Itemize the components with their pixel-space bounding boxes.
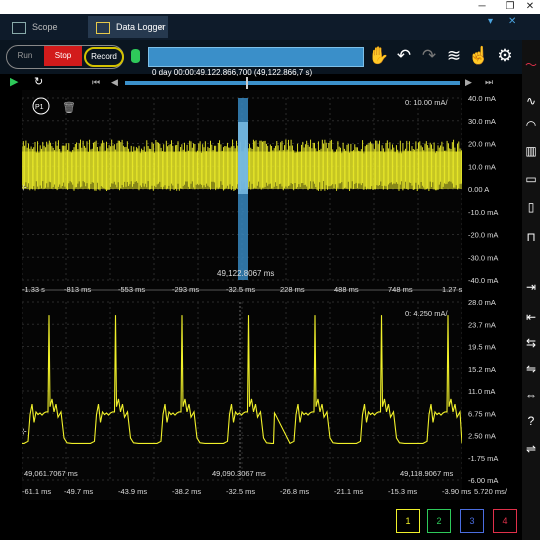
cursor-time-label: 49,122.8067 ms	[217, 269, 274, 278]
ground-marker: ⊹	[22, 427, 27, 436]
right-toolbar: 〜 ∿ ◠ ▥ ▭ ▯ ⊓ ⇥ ⇤ ⇆ ⇋ ⇔? ⇌	[522, 40, 540, 540]
bottom-x-scale: 5.720 ms/	[474, 487, 508, 496]
timestamp-readout: 0 day 00:00:49.122.866,700 (49,122.866,7…	[152, 68, 313, 77]
touch-icon[interactable]: ☝	[468, 45, 490, 67]
next-icon[interactable]: ▶	[465, 74, 472, 90]
top-y-tick: -40.0 mA	[468, 276, 498, 285]
tab-close-icon[interactable]: ×	[159, 16, 164, 38]
window-titlebar: ─ ❐ ✕	[0, 0, 540, 14]
sidebar-tool-icon-6[interactable]: ▯	[524, 200, 538, 214]
refresh-icon[interactable]: ↻	[34, 74, 43, 90]
bottom-time-label: 49,090.3067 ms	[212, 469, 266, 478]
bottom-y-tick: 11.0 mA	[468, 387, 495, 396]
run-button[interactable]: Run	[10, 46, 40, 66]
scope-tab-icon	[12, 21, 26, 34]
gear-icon[interactable]: ⚙	[494, 45, 516, 67]
sidebar-tool-icon-8[interactable]: ⇥	[524, 280, 538, 294]
plot-area[interactable]: 49,122.8067 ms P1 🗑 0: 10.00 mA/0: 4.250 mA…	[20, 90, 463, 500]
bottom-y-tick: 6.75 mA	[468, 409, 496, 418]
top-y-tick: 40.0 mA	[468, 94, 496, 103]
sidebar-tool-icon-10[interactable]: ⇆	[524, 336, 538, 350]
bottom-time-label: 49,061.7067 ms	[24, 469, 78, 478]
channel-bar: 1 2 3 4	[0, 500, 522, 540]
bottom-y-tick: 28.0 mA	[468, 298, 496, 307]
sidebar-tool-icon-12[interactable]: ⇔	[524, 388, 538, 402]
ground-marker: ⊹	[22, 183, 27, 192]
top-scale-label: 0: 10.00 mA/	[405, 98, 448, 107]
tab-add-icon[interactable]: ✕	[508, 16, 516, 27]
bottom-y-tick: -1.75 mA	[468, 454, 498, 463]
redo-icon[interactable]: ↷	[418, 45, 440, 67]
top-y-tick: 30.0 mA	[468, 117, 496, 126]
prev-icon[interactable]: ◀	[111, 74, 118, 90]
sidebar-tool-icon-4[interactable]: ▥	[524, 144, 538, 158]
minimize-icon[interactable]: ─	[474, 0, 490, 14]
channel-2-button[interactable]: 2	[427, 509, 451, 533]
sidebar-tool-icon-1[interactable]: 〜	[524, 58, 538, 72]
top-y-tick: -10.0 mA	[468, 208, 498, 217]
top-y-tick: -30.0 mA	[468, 253, 498, 262]
close-window-icon[interactable]: ✕	[522, 0, 538, 14]
top-y-tick: -20.0 mA	[468, 231, 498, 240]
bottom-time-label: 49,118.9067 ms	[400, 469, 453, 478]
sidebar-tool-icon-9[interactable]: ⇤	[524, 310, 538, 324]
restore-icon[interactable]: ❐	[502, 0, 518, 14]
sidebar-tool-icon-14[interactable]: ⇌	[524, 442, 538, 456]
log-progress-bar	[148, 47, 364, 67]
channel-1-button[interactable]: 1	[396, 509, 420, 533]
waveform-icon[interactable]: ≋	[443, 45, 465, 67]
last-icon[interactable]: ⏭	[485, 74, 493, 90]
bottom-y-tick: 15.2 mA	[468, 365, 496, 374]
channel-4-button[interactable]: 4	[493, 509, 517, 533]
plot-svg[interactable]: 49,122.8067 ms P1 🗑 0: 10.00 mA/0: 4.250 mA…	[20, 90, 463, 500]
timeline-marker[interactable]	[246, 77, 248, 89]
sidebar-tool-icon-7[interactable]: ⊓	[524, 230, 538, 244]
tab-scope-label: Scope	[32, 22, 58, 32]
tab-data-logger[interactable]: Data Logger ×	[88, 16, 168, 38]
channel-3-button[interactable]: 3	[460, 509, 484, 533]
sidebar-tool-icon-5[interactable]: ▭	[524, 172, 538, 186]
sidebar-tool-icon-2[interactable]: ∿	[524, 94, 538, 108]
play-icon[interactable]: ▶	[10, 74, 18, 90]
trash-icon: 🗑	[62, 101, 76, 114]
logger-tab-icon	[96, 21, 110, 34]
top-y-tick: 10.0 mA	[468, 162, 496, 171]
hand-icon[interactable]: ✋	[368, 45, 390, 67]
bottom-y-tick: 23.7 mA	[468, 320, 496, 329]
tab-dropdown-icon[interactable]: ▾	[488, 16, 493, 27]
bottom-trace	[22, 315, 463, 445]
bottom-y-tick: -6.00 mA	[468, 476, 498, 485]
bottom-scale-label: 0: 4.250 mA/	[405, 309, 448, 318]
first-icon[interactable]: ⏮	[92, 74, 100, 90]
stop-button[interactable]: Stop	[44, 46, 82, 66]
panel-badge-label: P1	[35, 104, 44, 111]
sidebar-tool-icon-13[interactable]: ?	[524, 414, 538, 428]
bottom-y-tick: 2.50 mA	[468, 432, 496, 441]
record-button[interactable]: Record	[84, 47, 124, 67]
database-icon	[131, 49, 140, 63]
top-y-tick: 0.00 A	[468, 185, 489, 194]
bottom-y-tick: 19.5 mA	[468, 343, 496, 352]
tab-bar: Scope Data Logger × ▾ ✕	[0, 14, 540, 40]
sidebar-tool-icon-11[interactable]: ⇋	[524, 362, 538, 376]
timeline-scrollbar[interactable]	[125, 81, 460, 85]
top-y-tick: 20.0 mA	[468, 140, 496, 149]
cursor-window	[238, 122, 248, 194]
sidebar-tool-icon-3[interactable]: ◠	[524, 118, 538, 132]
tab-scope[interactable]: Scope	[4, 16, 84, 38]
undo-icon[interactable]: ↶	[393, 45, 415, 67]
